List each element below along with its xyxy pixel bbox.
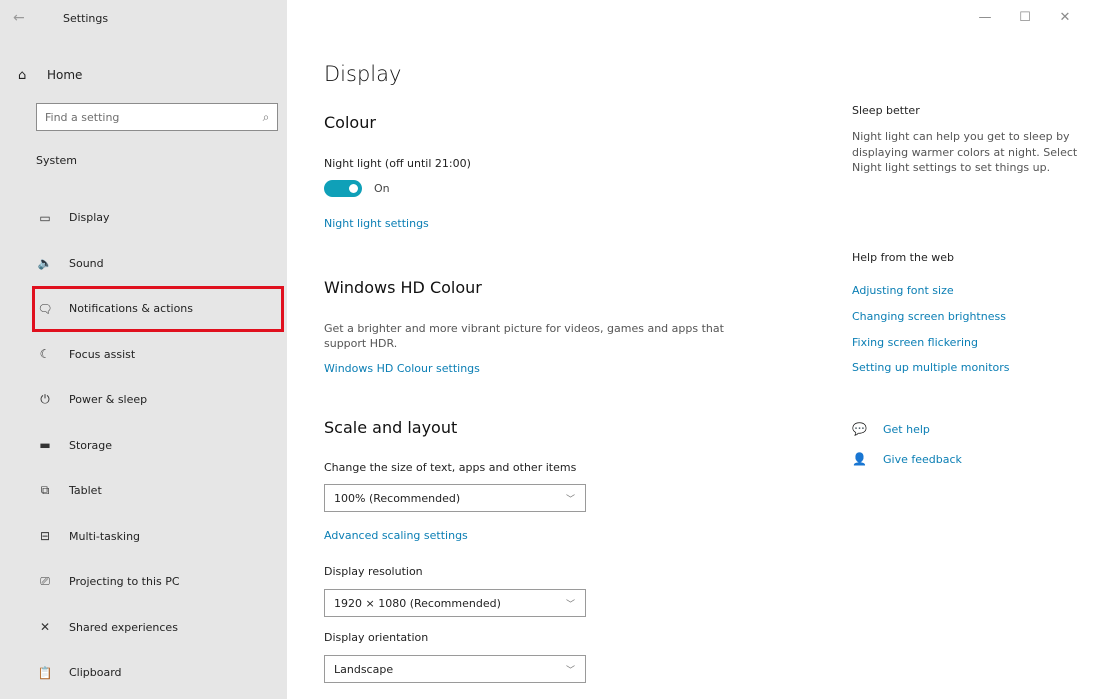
night-light-settings-link[interactable]: Night light settings bbox=[324, 217, 429, 230]
sidebar-item-label: Sound bbox=[69, 256, 104, 270]
orientation-label: Display orientation bbox=[324, 631, 429, 644]
give-feedback-row[interactable]: 👤 Give feedback bbox=[852, 452, 962, 466]
sound-icon: 🔈 bbox=[37, 256, 53, 271]
night-light-label: Night light (off until 21:00) bbox=[324, 157, 471, 170]
sidebar-item-label: Display bbox=[69, 211, 110, 225]
storage-icon: ▬ bbox=[39, 438, 51, 453]
orientation-dropdown[interactable]: Landscape ﹀ bbox=[324, 655, 586, 683]
sidebar-nav: ▭ Display 🔈 Sound 🗨 Notifications & acti… bbox=[32, 195, 287, 696]
sidebar-item-label: Focus assist bbox=[69, 347, 136, 361]
maximize-icon[interactable]: ☐ bbox=[1005, 10, 1045, 25]
sidebar-item-display[interactable]: ▭ Display bbox=[36, 195, 287, 241]
clipboard-icon: 📋 bbox=[37, 665, 53, 680]
page-title: Display bbox=[324, 62, 402, 86]
focus-assist-icon: ☾ bbox=[39, 347, 51, 362]
sidebar-item-label: Storage bbox=[69, 438, 113, 452]
advanced-scaling-link[interactable]: Advanced scaling settings bbox=[324, 529, 468, 542]
sidebar-item-home[interactable]: ⌂ Home bbox=[18, 64, 268, 86]
search-input[interactable] bbox=[37, 109, 255, 125]
sidebar-item-label: Shared experiences bbox=[69, 620, 178, 634]
sidebar-item-focus-assist[interactable]: ☾ Focus assist bbox=[36, 332, 287, 378]
sidebar-item-label: Projecting to this PC bbox=[69, 575, 180, 589]
sidebar-item-notifications[interactable]: 🗨 Notifications & actions bbox=[32, 286, 284, 332]
help-link-brightness[interactable]: Changing screen brightness bbox=[852, 310, 1006, 323]
display-icon: ▭ bbox=[39, 210, 51, 225]
search-icon[interactable]: ⌕ bbox=[255, 110, 277, 125]
chevron-down-icon: ﹀ bbox=[565, 665, 575, 676]
sidebar-item-tablet[interactable]: ⧉ Tablet bbox=[36, 468, 287, 514]
sidebar-item-projecting[interactable]: ⎚ Projecting to this PC bbox=[36, 559, 287, 605]
resolution-dropdown-value: 1920 × 1080 (Recommended) bbox=[334, 596, 501, 610]
projecting-icon: ⎚ bbox=[40, 574, 50, 589]
power-icon: ⏻ bbox=[40, 392, 50, 407]
minimize-icon[interactable]: — bbox=[965, 10, 1005, 25]
help-from-web-title: Help from the web bbox=[852, 251, 954, 264]
sidebar: ← Settings ⌂ Home ⌕ System ▭ Display 🔈 S… bbox=[0, 0, 287, 699]
feedback-icon: 👤 bbox=[852, 452, 867, 466]
tablet-icon: ⧉ bbox=[40, 483, 50, 498]
orientation-dropdown-value: Landscape bbox=[334, 662, 394, 676]
sidebar-item-label: Notifications & actions bbox=[69, 302, 194, 316]
back-arrow-icon[interactable]: ← bbox=[13, 10, 25, 26]
search-box[interactable]: ⌕ bbox=[36, 103, 278, 131]
app-title: Settings bbox=[63, 12, 109, 25]
sidebar-item-shared-experiences[interactable]: ✕ Shared experiences bbox=[36, 605, 287, 651]
colour-heading: Colour bbox=[324, 113, 376, 132]
chevron-down-icon: ﹀ bbox=[565, 599, 575, 610]
sidebar-item-storage[interactable]: ▬ Storage bbox=[36, 423, 287, 469]
hd-colour-description: Get a brighter and more vibrant picture … bbox=[324, 322, 724, 350]
scale-dropdown-value: 100% (Recommended) bbox=[334, 491, 461, 505]
sidebar-item-label: Home bbox=[47, 68, 83, 82]
shared-experiences-icon: ✕ bbox=[39, 620, 51, 635]
chevron-down-icon: ﹀ bbox=[565, 494, 575, 505]
multitasking-icon: ⊟ bbox=[39, 529, 51, 544]
size-label: Change the size of text, apps and other … bbox=[324, 461, 577, 474]
night-light-toggle[interactable] bbox=[324, 180, 362, 197]
get-help-icon: 💬 bbox=[852, 422, 867, 436]
help-link-font-size[interactable]: Adjusting font size bbox=[852, 284, 954, 297]
get-help-link[interactable]: Get help bbox=[883, 423, 930, 436]
sleep-better-text: Night light can help you get to sleep by… bbox=[852, 130, 1078, 174]
sidebar-item-label: Clipboard bbox=[69, 666, 122, 680]
hd-colour-heading: Windows HD Colour bbox=[324, 278, 482, 297]
scale-layout-heading: Scale and layout bbox=[324, 418, 458, 437]
resolution-dropdown[interactable]: 1920 × 1080 (Recommended) ﹀ bbox=[324, 589, 586, 617]
title-bar: ← Settings bbox=[0, 0, 287, 40]
window-controls: — ☐ ✕ bbox=[965, 10, 1085, 25]
sidebar-item-multitasking[interactable]: ⊟ Multi-tasking bbox=[36, 514, 287, 560]
close-icon[interactable]: ✕ bbox=[1045, 10, 1085, 25]
get-help-row[interactable]: 💬 Get help bbox=[852, 422, 930, 436]
give-feedback-link[interactable]: Give feedback bbox=[883, 453, 962, 466]
sidebar-item-power-sleep[interactable]: ⏻ Power & sleep bbox=[36, 377, 287, 423]
home-icon: ⌂ bbox=[18, 67, 27, 83]
help-link-multiple-monitors[interactable]: Setting up multiple monitors bbox=[852, 361, 1010, 374]
scale-dropdown[interactable]: 100% (Recommended) ﹀ bbox=[324, 484, 586, 512]
sidebar-item-label: Power & sleep bbox=[69, 393, 148, 407]
notifications-icon: 🗨 bbox=[37, 301, 53, 316]
help-link-flickering[interactable]: Fixing screen flickering bbox=[852, 336, 978, 349]
sidebar-item-sound[interactable]: 🔈 Sound bbox=[36, 241, 287, 287]
resolution-label: Display resolution bbox=[324, 565, 423, 578]
sidebar-item-label: Multi-tasking bbox=[69, 529, 141, 543]
toggle-state-label: On bbox=[374, 182, 390, 195]
sleep-better-title: Sleep better bbox=[852, 104, 920, 117]
hd-colour-settings-link[interactable]: Windows HD Colour settings bbox=[324, 362, 480, 375]
sidebar-item-label: Tablet bbox=[69, 484, 102, 498]
sidebar-item-clipboard[interactable]: 📋 Clipboard bbox=[36, 650, 287, 696]
section-label-system: System bbox=[36, 154, 78, 167]
